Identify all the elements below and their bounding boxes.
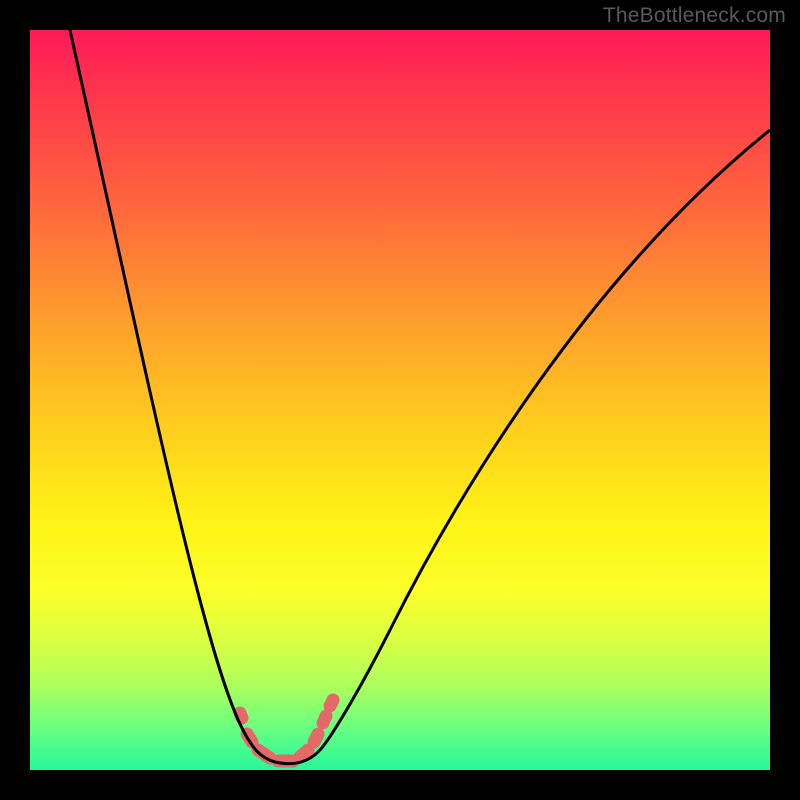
bottleneck-curve bbox=[70, 30, 770, 764]
dot-seg bbox=[240, 713, 242, 718]
chart-frame: TheBottleneck.com bbox=[0, 0, 800, 800]
dot-seg bbox=[323, 716, 326, 723]
dot-seg bbox=[300, 750, 308, 757]
dot-seg bbox=[330, 700, 333, 706]
watermark-text: TheBottleneck.com bbox=[603, 4, 786, 28]
dot-seg bbox=[314, 734, 318, 742]
curve-layer bbox=[30, 30, 770, 770]
plot-area bbox=[30, 30, 770, 770]
